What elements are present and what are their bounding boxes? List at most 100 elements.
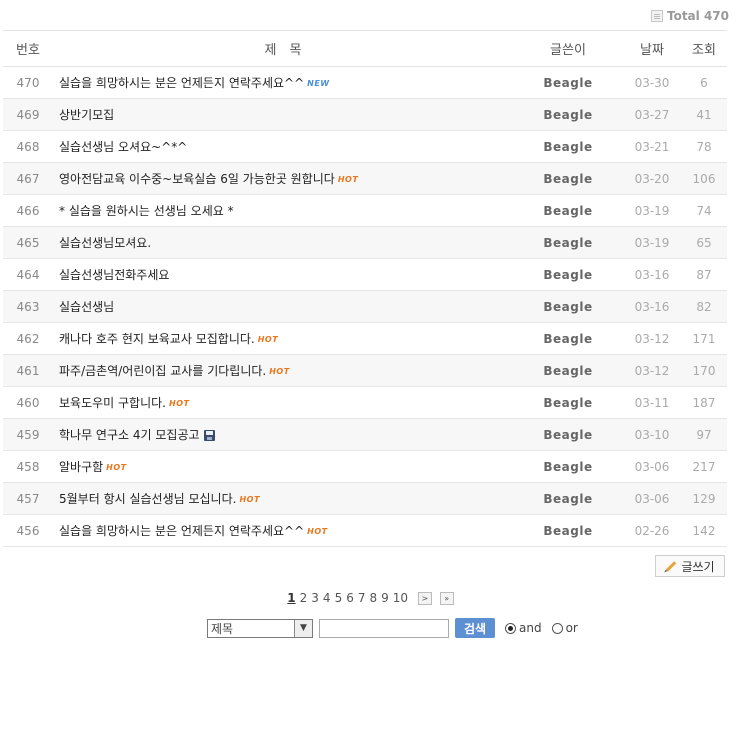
- page-link[interactable]: 9: [381, 591, 389, 605]
- page-link[interactable]: 4: [323, 591, 331, 605]
- post-title-link[interactable]: 5월부터 항시 실습선생님 모십니다.: [59, 492, 236, 506]
- total-count: Total 470: [650, 9, 729, 23]
- header-num: 번호: [3, 30, 53, 67]
- post-date: 03-06: [623, 482, 681, 515]
- search-button[interactable]: 검색: [455, 618, 495, 638]
- hot-icon: HOT: [337, 175, 359, 184]
- post-writer[interactable]: Beagle: [513, 450, 623, 483]
- post-writer[interactable]: Beagle: [513, 194, 623, 227]
- post-title-link[interactable]: 실습선생님 오셔요~^*^: [59, 140, 187, 154]
- post-title-cell: 영아전담교육 이수중~보육실습 6일 가능한곳 원합니다 HOT: [53, 162, 513, 195]
- post-date: 03-16: [623, 290, 681, 323]
- post-hits: 6: [681, 66, 727, 99]
- post-writer[interactable]: Beagle: [513, 482, 623, 515]
- table-row: 461 파주/금촌역/어린이집 교사를 기다립니다. HOT Beagle 03-12 1…: [3, 354, 727, 387]
- post-hits: 65: [681, 226, 727, 259]
- post-date: 03-12: [623, 354, 681, 387]
- post-number: 465: [3, 226, 53, 259]
- page-link[interactable]: 7: [358, 591, 366, 605]
- post-title-link[interactable]: 실습선생님모셔요.: [59, 236, 151, 250]
- table-row: 466 * 실습을 원하시는 선생님 오세요 * Beagle 03-19 74: [3, 194, 727, 227]
- post-title-cell: 파주/금촌역/어린이집 교사를 기다립니다. HOT: [53, 354, 513, 387]
- post-title-cell: 5월부터 항시 실습선생님 모십니다. HOT: [53, 482, 513, 515]
- page-link[interactable]: 10: [393, 591, 408, 605]
- post-hits: 142: [681, 514, 727, 547]
- header-writer: 글쓴이: [513, 30, 623, 67]
- radio-and-icon[interactable]: [505, 622, 516, 634]
- hot-icon: HOT: [169, 399, 190, 408]
- post-writer[interactable]: Beagle: [513, 98, 623, 131]
- post-writer[interactable]: Beagle: [513, 66, 623, 99]
- post-writer[interactable]: Beagle: [513, 386, 623, 419]
- search-input[interactable]: [319, 618, 449, 638]
- pencil-icon: [666, 560, 677, 572]
- page-link[interactable]: 5: [335, 591, 343, 605]
- post-title-link[interactable]: 상반기모집: [59, 108, 114, 122]
- radio-and[interactable]: and: [505, 621, 542, 635]
- post-title-link[interactable]: 캐나다 호주 현지 보육교사 모집합니다.: [59, 332, 255, 346]
- page-link[interactable]: 2: [300, 591, 308, 605]
- table-row: 459 학나무 연구소 4기 모집공고 Beagle 03-10 97: [3, 418, 727, 451]
- post-number: 460: [3, 386, 53, 419]
- post-number: 466: [3, 194, 53, 227]
- post-title-cell: * 실습을 원하시는 선생님 오세요 *: [53, 194, 513, 227]
- page-numbers: 1 2 3 4 5 6 7 8 9 10: [285, 591, 410, 605]
- post-number: 468: [3, 130, 53, 163]
- search-field-select[interactable]: 제목 ▼: [207, 618, 313, 638]
- post-writer[interactable]: Beagle: [513, 354, 623, 387]
- post-title-link[interactable]: 실습선생님: [59, 300, 114, 314]
- hot-icon: HOT: [106, 463, 127, 472]
- post-title-link[interactable]: 실습선생님전화주세요: [59, 268, 169, 282]
- post-number: 469: [3, 98, 53, 131]
- post-writer[interactable]: Beagle: [513, 418, 623, 451]
- post-date: 03-30: [623, 66, 681, 99]
- post-date: 03-19: [623, 194, 681, 227]
- post-date: 03-21: [623, 130, 681, 163]
- search-field-value: 제목: [211, 621, 234, 636]
- hot-icon: HOT: [307, 527, 328, 536]
- post-writer[interactable]: Beagle: [513, 290, 623, 323]
- post-number: 464: [3, 258, 53, 291]
- next-page-icon[interactable]: >: [417, 592, 432, 605]
- page-link[interactable]: 8: [369, 591, 377, 605]
- post-writer[interactable]: Beagle: [513, 514, 623, 547]
- radio-and-label: and: [519, 621, 542, 635]
- header-hit: 조회: [681, 30, 727, 67]
- post-title-link[interactable]: * 실습을 원하시는 선생님 오세요 *: [59, 204, 234, 218]
- post-title-link[interactable]: 실습을 희망하시는 분은 언제든지 연락주세요^^: [59, 76, 304, 90]
- last-page-icon[interactable]: »: [439, 592, 454, 605]
- post-table: 번호 제 목 글쓴이 날짜 조회 470 실습을 희망하시는 분은 언제든지 연락…: [3, 30, 727, 547]
- attachment-icon: [203, 430, 215, 441]
- post-hits: 106: [681, 162, 727, 195]
- post-title-link[interactable]: 영아전담교육 이수중~보육실습 6일 가능한곳 원합니다: [59, 172, 335, 186]
- write-button[interactable]: 글쓰기: [655, 555, 725, 577]
- chevron-down-icon: ▼: [294, 619, 312, 637]
- board-page: Total 470 번호 제 목 글쓴이 날짜 조회 470 실습을 희망하시는 …: [0, 0, 739, 741]
- post-title-link[interactable]: 실습을 희망하시는 분은 언제든지 연락주세요^^: [59, 524, 304, 538]
- post-writer[interactable]: Beagle: [513, 162, 623, 195]
- post-writer[interactable]: Beagle: [513, 130, 623, 163]
- page-link[interactable]: 3: [311, 591, 319, 605]
- write-label: 글쓰기: [681, 559, 715, 574]
- post-hits: 217: [681, 450, 727, 483]
- post-date: 03-16: [623, 258, 681, 291]
- post-date: 03-11: [623, 386, 681, 419]
- post-writer[interactable]: Beagle: [513, 226, 623, 259]
- post-list: 470 실습을 희망하시는 분은 언제든지 연락주세요^^ NEW Beagle 03-…: [3, 66, 727, 547]
- radio-or-icon[interactable]: [551, 622, 563, 634]
- post-writer[interactable]: Beagle: [513, 258, 623, 291]
- post-title-link[interactable]: 파주/금촌역/어린이집 교사를 기다립니다.: [59, 364, 266, 378]
- hot-icon: HOT: [269, 367, 290, 376]
- post-title-link[interactable]: 알바구함: [59, 460, 103, 474]
- radio-or[interactable]: or: [551, 621, 578, 635]
- post-title-link[interactable]: 학나무 연구소 4기 모집공고: [59, 428, 200, 442]
- post-title-cell: 실습을 희망하시는 분은 언제든지 연락주세요^^ HOT: [53, 514, 513, 547]
- page-link[interactable]: 6: [346, 591, 354, 605]
- table-row: 465 실습선생님모셔요. Beagle 03-19 65: [3, 226, 727, 259]
- post-title-link[interactable]: 보육도우미 구합니다.: [59, 396, 166, 410]
- page-link[interactable]: 1: [287, 591, 295, 605]
- post-number: 467: [3, 162, 53, 195]
- post-writer[interactable]: Beagle: [513, 322, 623, 355]
- header-row: 번호 제 목 글쓴이 날짜 조회: [3, 30, 727, 67]
- post-number: 457: [3, 482, 53, 515]
